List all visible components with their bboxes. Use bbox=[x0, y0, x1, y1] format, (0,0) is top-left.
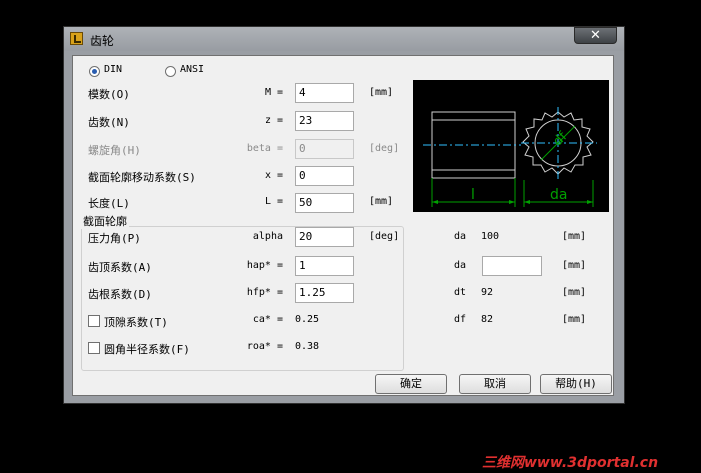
pressure-angle-unit: [deg] bbox=[369, 231, 400, 242]
da1-label: da bbox=[454, 231, 467, 242]
dedendum-symbol: hfp* = bbox=[246, 287, 283, 298]
gear-diagram-svg: l df da bbox=[423, 107, 597, 207]
length-arrow-left bbox=[432, 200, 438, 204]
title-bar[interactable]: 齿轮 ✕ bbox=[64, 27, 624, 51]
helix-label: 螺旋角(H) bbox=[88, 144, 141, 157]
helix-input: 0 bbox=[295, 139, 354, 159]
ansi-radio[interactable] bbox=[165, 66, 176, 77]
root-radius-value: 0.38 bbox=[295, 341, 320, 352]
profile-group-title: 截面轮廓 bbox=[81, 213, 129, 229]
length-unit: [mm] bbox=[369, 196, 394, 207]
module-symbol: M = bbox=[264, 87, 283, 98]
root-radius-label[interactable]: 圆角半径系数(F) bbox=[104, 341, 190, 357]
din-label[interactable]: DIN bbox=[104, 64, 122, 75]
clearance-symbol: ca* = bbox=[252, 314, 283, 325]
module-unit: [mm] bbox=[369, 87, 394, 98]
ansi-label[interactable]: ANSI bbox=[180, 64, 204, 75]
gear-dialog: 齿轮 ✕ DIN ANSI 模数(O) M = 4 [mm] 齿数(N) z =… bbox=[63, 26, 625, 404]
da-arrow-right bbox=[587, 200, 593, 204]
length-label: 长度(L) bbox=[88, 197, 130, 210]
teeth-input[interactable]: 23 bbox=[295, 111, 354, 131]
gear-front-view: df bbox=[521, 107, 597, 180]
dedendum-input[interactable]: 1.25 bbox=[295, 283, 354, 303]
dedendum-label: 齿根系数(D) bbox=[88, 288, 152, 301]
length-input[interactable]: 50 bbox=[295, 193, 354, 213]
help-button[interactable]: 帮助(H) bbox=[540, 374, 612, 394]
addendum-symbol: hap* = bbox=[246, 260, 283, 271]
watermark-text: 三维网www.3dportal.cn bbox=[482, 455, 659, 471]
df-unit: [mm] bbox=[562, 314, 587, 325]
addendum-input[interactable]: 1 bbox=[295, 256, 354, 276]
da1-value: 100 bbox=[481, 231, 500, 242]
pressure-angle-input[interactable]: 20 bbox=[295, 227, 354, 247]
root-radius-symbol: roa* = bbox=[246, 341, 283, 352]
helix-symbol: beta = bbox=[246, 143, 283, 154]
clearance-value: 0.25 bbox=[295, 314, 320, 325]
module-input[interactable]: 4 bbox=[295, 83, 354, 103]
clearance-label[interactable]: 顶隙系数(T) bbox=[104, 314, 168, 330]
da2-input[interactable] bbox=[482, 256, 542, 276]
ok-button[interactable]: 确定 bbox=[375, 374, 447, 394]
din-radio[interactable] bbox=[89, 66, 100, 77]
df-value: 82 bbox=[481, 314, 494, 325]
dt-value: 92 bbox=[481, 287, 494, 298]
da2-label: da bbox=[454, 260, 467, 271]
df-label: df bbox=[454, 314, 467, 325]
da1-unit: [mm] bbox=[562, 231, 587, 242]
helix-unit: [deg] bbox=[369, 143, 400, 154]
da-arrow-left bbox=[524, 200, 530, 204]
gear-diagram: l df da bbox=[413, 80, 609, 212]
df-dim-label: df bbox=[551, 129, 571, 149]
profile-shift-symbol: x = bbox=[264, 170, 283, 181]
app-icon bbox=[70, 32, 83, 45]
dialog-body: DIN ANSI 模数(O) M = 4 [mm] 齿数(N) z = 23 螺… bbox=[72, 55, 614, 396]
pressure-angle-label: 压力角(P) bbox=[88, 232, 141, 245]
cancel-button[interactable]: 取消 bbox=[459, 374, 531, 394]
addendum-label: 齿顶系数(A) bbox=[88, 261, 152, 274]
module-label: 模数(O) bbox=[88, 88, 130, 101]
window-title: 齿轮 bbox=[90, 34, 115, 48]
length-dim-label: l bbox=[471, 187, 475, 203]
length-symbol: L = bbox=[264, 196, 283, 207]
da-dim-label: da bbox=[550, 187, 567, 203]
teeth-label: 齿数(N) bbox=[88, 116, 130, 129]
profile-shift-label: 截面轮廓移动系数(S) bbox=[88, 171, 196, 184]
dt-label: dt bbox=[454, 287, 467, 298]
pressure-angle-symbol: alpha bbox=[252, 231, 283, 242]
clearance-checkbox[interactable] bbox=[88, 315, 100, 327]
root-radius-checkbox[interactable] bbox=[88, 342, 100, 354]
length-arrow-right bbox=[509, 200, 515, 204]
da2-unit: [mm] bbox=[562, 260, 587, 271]
close-button[interactable]: ✕ bbox=[574, 27, 617, 44]
profile-shift-input[interactable]: 0 bbox=[295, 166, 354, 186]
teeth-symbol: z = bbox=[264, 115, 283, 126]
dt-unit: [mm] bbox=[562, 287, 587, 298]
